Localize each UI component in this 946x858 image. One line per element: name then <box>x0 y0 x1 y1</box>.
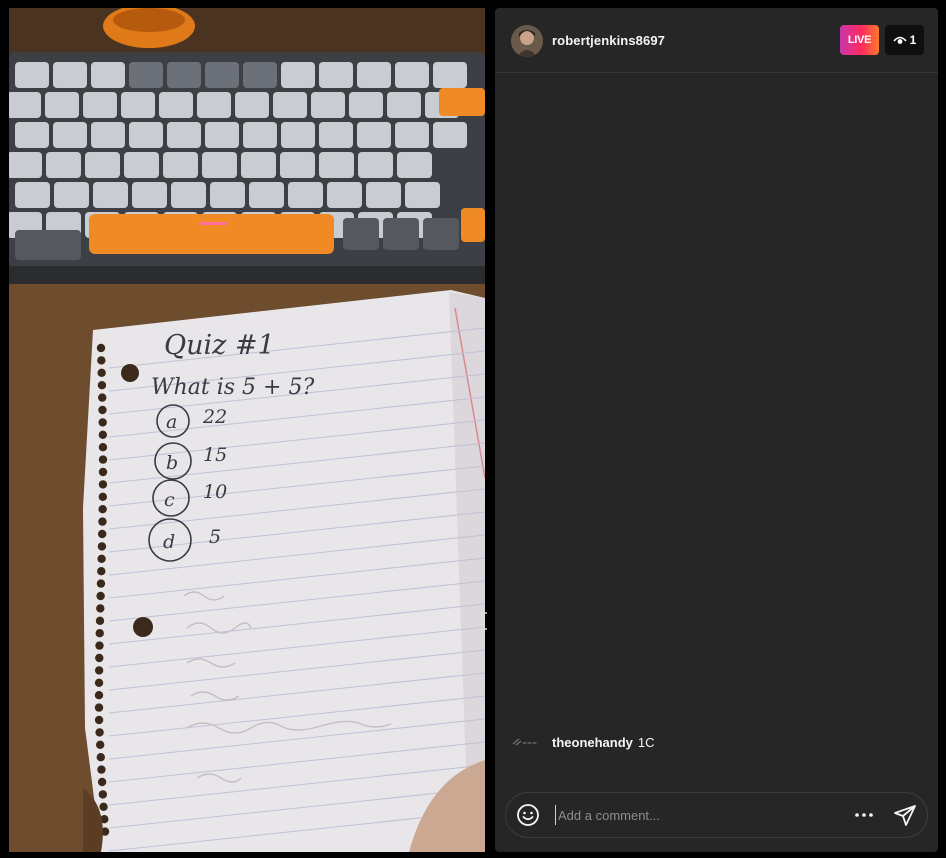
option-d-letter: d <box>163 531 175 553</box>
host-avatar[interactable] <box>511 25 543 57</box>
ellipsis-icon[interactable] <box>853 805 875 825</box>
text-cursor-icon <box>481 612 487 630</box>
live-badge: LIVE <box>840 25 879 55</box>
live-video-feed: Quiz #1 What is 5 + 5? a b c d 22 15 10 … <box>9 8 485 852</box>
comment-username[interactable]: theonehandy <box>552 735 633 750</box>
comment-input[interactable] <box>555 805 838 825</box>
paper-plane-icon[interactable] <box>893 803 917 827</box>
comment-item: ≈≈≈ theonehandy 1C <box>511 733 655 751</box>
svg-text:≈≈≈: ≈≈≈ <box>522 740 537 747</box>
comment-composer <box>505 792 928 838</box>
viewer-count-badge: 1 <box>885 25 924 55</box>
option-a-value: 22 <box>202 406 227 428</box>
comment-text: 1C <box>637 734 655 750</box>
host-username[interactable]: robertjenkins8697 <box>552 33 665 48</box>
eye-icon <box>893 36 907 44</box>
smiley-icon[interactable] <box>516 803 540 827</box>
option-c-value: 10 <box>203 481 227 503</box>
option-a-letter: a <box>166 411 177 433</box>
commenter-avatar[interactable]: ≈≈≈ <box>511 735 541 749</box>
video-frame: Quiz #1 What is 5 + 5? a b c d 22 15 10 … <box>9 8 485 852</box>
option-b-letter: b <box>166 452 178 474</box>
option-b-value: 15 <box>203 444 227 466</box>
quiz-title: Quiz #1 <box>164 330 275 361</box>
live-side-panel: robertjenkins8697 LIVE 1 ≈≈≈ theonehandy… <box>495 8 938 852</box>
quiz-question: What is 5 + 5? <box>151 375 314 400</box>
option-c-letter: c <box>164 489 175 511</box>
live-header: robertjenkins8697 LIVE 1 <box>495 8 938 73</box>
viewer-count: 1 <box>909 33 917 47</box>
option-d-value: 5 <box>209 526 221 548</box>
